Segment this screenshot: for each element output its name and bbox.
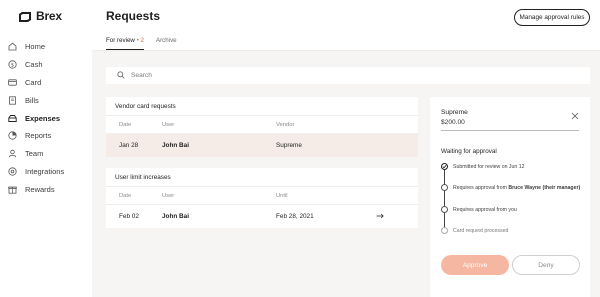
step-text: Submitted for review on Jun 12 — [453, 163, 525, 170]
pending-circle-icon — [441, 184, 448, 191]
vendor-card-requests: Vendor card requests Date User Vendor Ja… — [106, 97, 418, 157]
sidebar-item-label: Rewards — [25, 184, 55, 194]
sidebar-item-reports[interactable]: Reports — [0, 127, 92, 145]
row-user: John Bai — [162, 213, 189, 220]
card-icon — [8, 78, 17, 87]
sidebar-item-label: Home — [25, 42, 46, 52]
request-tabs: For review • 2 Archive — [106, 37, 177, 50]
request-detail-panel: Supreme $200.00 Waiting for approval Sub… — [430, 97, 590, 297]
empty-circle-icon — [441, 227, 448, 234]
sidebar-item-label: Cash — [25, 60, 43, 70]
row-until: Feb 28, 2021 — [276, 213, 314, 220]
page-title: Requests — [106, 9, 161, 23]
sidebar-item-rewards[interactable]: Rewards — [0, 180, 92, 198]
rewards-icon — [8, 185, 17, 194]
column-header-date: Date — [119, 192, 132, 199]
check-circle-icon — [441, 163, 448, 170]
sidebar-item-label: Card — [25, 77, 42, 87]
timeline-step-processed: Card request processed — [441, 227, 508, 234]
dollar-icon: $ — [8, 60, 17, 69]
user-limit-increases: User limit increases Date User Until Feb… — [106, 168, 418, 228]
vendor-name: Supreme — [441, 109, 468, 116]
timeline-step-your-approval: Requires approval from you — [441, 206, 517, 213]
sidebar-item-label: Team — [25, 149, 44, 159]
amount-underline — [441, 130, 579, 131]
sidebar-item-card[interactable]: Card — [0, 74, 92, 92]
table-row[interactable]: Feb 02 John Bai Feb 28, 2021 — [106, 204, 418, 228]
sidebar-item-label: Bills — [25, 95, 39, 105]
reports-icon — [8, 131, 17, 140]
approval-status-title: Waiting for approval — [441, 148, 497, 155]
step-text: Requires approval from you — [453, 206, 517, 213]
table-header: Date User Vendor — [106, 115, 418, 133]
section-title: Vendor card requests — [115, 103, 176, 110]
expenses-icon — [8, 114, 17, 123]
sidebar-nav: Home $ Cash Card Bills Expenses Reports … — [0, 38, 92, 198]
timeline-step-manager-approval: Requires approval from Bruce Wayne (thei… — [441, 184, 580, 191]
column-header-user: User — [162, 192, 175, 199]
sidebar-item-team[interactable]: Team — [0, 145, 92, 163]
sidebar-item-label: Integrations — [25, 166, 65, 176]
row-date: Jan 28 — [119, 142, 139, 149]
timeline-step-submitted: Submitted for review on Jun 12 — [441, 163, 525, 170]
deny-button[interactable]: Deny — [512, 255, 580, 275]
arrow-right-icon[interactable] — [376, 213, 396, 221]
brex-logo[interactable]: Brex — [18, 9, 62, 23]
column-header-date: Date — [119, 121, 132, 128]
team-icon — [8, 149, 17, 158]
step-text: Requires approval from Bruce Wayne (thei… — [453, 184, 581, 191]
svg-text:$: $ — [11, 62, 14, 68]
sidebar: Brex Home $ Cash Card Bills Expenses Rep… — [0, 0, 92, 297]
tab-count-badge: • 2 — [136, 37, 144, 44]
sidebar-item-home[interactable]: Home — [0, 38, 92, 56]
main-content: Requests Manage approval rules For revie… — [92, 0, 600, 297]
tab-label: Archive — [155, 37, 177, 44]
search-bar[interactable]: Search — [106, 67, 590, 84]
search-input[interactable]: Search — [131, 72, 152, 79]
timeline-line — [444, 170, 445, 228]
column-header-vendor: Vendor — [276, 121, 295, 128]
amount-field[interactable]: $200.00 — [441, 119, 465, 126]
row-date: Feb 02 — [119, 213, 139, 220]
search-icon — [117, 70, 125, 81]
close-icon[interactable] — [571, 107, 579, 120]
sidebar-item-cash[interactable]: $ Cash — [0, 56, 92, 74]
manage-approval-rules-button[interactable]: Manage approval rules — [514, 9, 590, 26]
table-header: Date User Until — [106, 186, 418, 204]
row-vendor: Supreme — [276, 142, 302, 149]
sidebar-item-label: Expenses — [25, 113, 61, 123]
integrations-icon — [8, 167, 17, 176]
sidebar-item-label: Reports — [25, 131, 52, 141]
step-text: Card request processed — [453, 227, 509, 234]
table-row[interactable]: Jan 28 John Bai Supreme — [106, 133, 418, 157]
sidebar-item-bills[interactable]: Bills — [0, 91, 92, 109]
tab-archive[interactable]: Archive — [156, 37, 177, 50]
tab-for-review[interactable]: For review • 2 — [106, 37, 144, 50]
sidebar-item-integrations[interactable]: Integrations — [0, 163, 92, 181]
column-header-user: User — [162, 121, 175, 128]
brand-name: Brex — [36, 9, 62, 23]
approve-button[interactable]: Approve — [441, 255, 509, 275]
home-icon — [8, 42, 17, 51]
row-user: John Bai — [162, 142, 189, 149]
tab-label: For review — [106, 37, 135, 44]
column-header-until: Until — [276, 192, 288, 199]
sidebar-item-expenses[interactable]: Expenses — [0, 109, 92, 127]
section-title: User limit increases — [115, 174, 171, 181]
brex-logo-icon — [18, 10, 32, 22]
bills-icon — [8, 96, 17, 105]
pending-circle-icon — [441, 206, 448, 213]
